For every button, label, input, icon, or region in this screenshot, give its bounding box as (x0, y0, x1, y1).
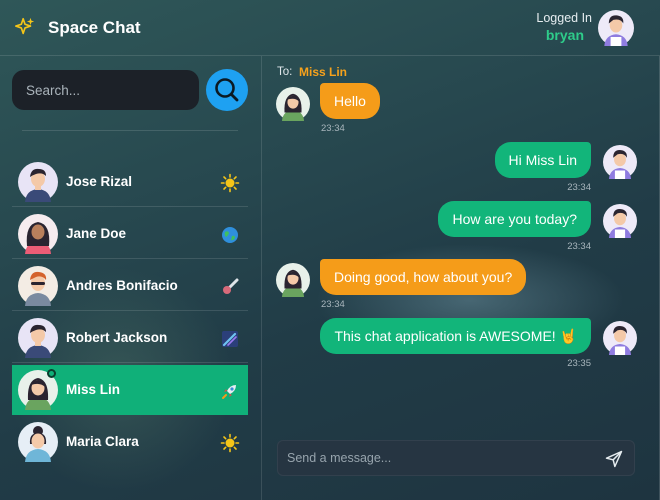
contact-name: Maria Clara (66, 434, 139, 449)
search-icon (215, 78, 239, 102)
send-icon[interactable] (604, 449, 624, 469)
to-label: To: (277, 66, 293, 78)
message-time: 23:35 (567, 358, 591, 369)
contact-name: Miss Lin (66, 382, 121, 397)
avatar (18, 266, 58, 306)
search-input[interactable] (12, 70, 199, 110)
message-time: 23:34 (321, 299, 345, 310)
online-indicator (47, 369, 56, 378)
sparkles-icon (15, 17, 35, 35)
sun-icon (220, 173, 240, 193)
earth-icon (222, 227, 238, 243)
contact-name: Andres Bonifacio (66, 278, 178, 293)
search-box (12, 70, 199, 110)
contact-item[interactable]: Robert Jackson (12, 313, 248, 363)
message-time: 23:34 (567, 182, 591, 193)
app-title: Space Chat (48, 18, 141, 37)
avatar (18, 162, 58, 202)
contact-item[interactable]: Andres Bonifacio (12, 261, 248, 311)
app-header: Space Chat Logged In bryan (0, 0, 660, 56)
contact-item[interactable]: Jane Doe (12, 209, 248, 259)
avatar (276, 263, 310, 297)
message-bubble-outgoing: Hi Miss Lin (494, 142, 591, 178)
sidebar: Jose Rizal Jane Doe Andres Bonifacio (0, 56, 262, 500)
recipient-name: Miss Lin (299, 65, 348, 79)
message-composer (277, 440, 635, 476)
avatar (603, 145, 637, 179)
contact-item-active[interactable]: Miss Lin (12, 365, 248, 415)
contact-name: Robert Jackson (66, 330, 168, 345)
message-input[interactable] (278, 441, 588, 475)
avatar (18, 422, 58, 462)
logged-in-label: Logged In (536, 11, 592, 25)
message-bubble-outgoing: How are you today? (438, 201, 591, 237)
message-time: 23:34 (567, 241, 591, 252)
avatar (603, 204, 637, 238)
contact-name: Jose Rizal (66, 174, 133, 189)
avatar (18, 214, 58, 254)
chat-panel: To: Miss Lin Hello 23:34 Hi Miss Lin 23:… (263, 56, 660, 500)
user-avatar[interactable] (598, 10, 634, 46)
message-bubble-incoming: Hello (320, 83, 380, 119)
avatar (276, 87, 310, 121)
contact-name: Jane Doe (66, 226, 127, 241)
sun-icon (220, 433, 240, 453)
message-bubble-incoming: Doing good, how about you? (320, 259, 527, 295)
avatar (18, 318, 58, 358)
contact-item[interactable]: Jose Rizal (12, 157, 248, 207)
message-bubble-outgoing: This chat application is AWESOME! 🤘 (320, 318, 591, 354)
current-username[interactable]: bryan (546, 27, 584, 43)
avatar (603, 321, 637, 355)
search-button[interactable] (206, 69, 248, 111)
shooting-star-icon (222, 331, 238, 347)
contact-item[interactable]: Maria Clara (12, 417, 248, 467)
rocket-icon (222, 385, 236, 399)
message-time: 23:34 (321, 123, 345, 134)
sidebar-divider (22, 130, 238, 131)
comet-icon (223, 278, 239, 294)
